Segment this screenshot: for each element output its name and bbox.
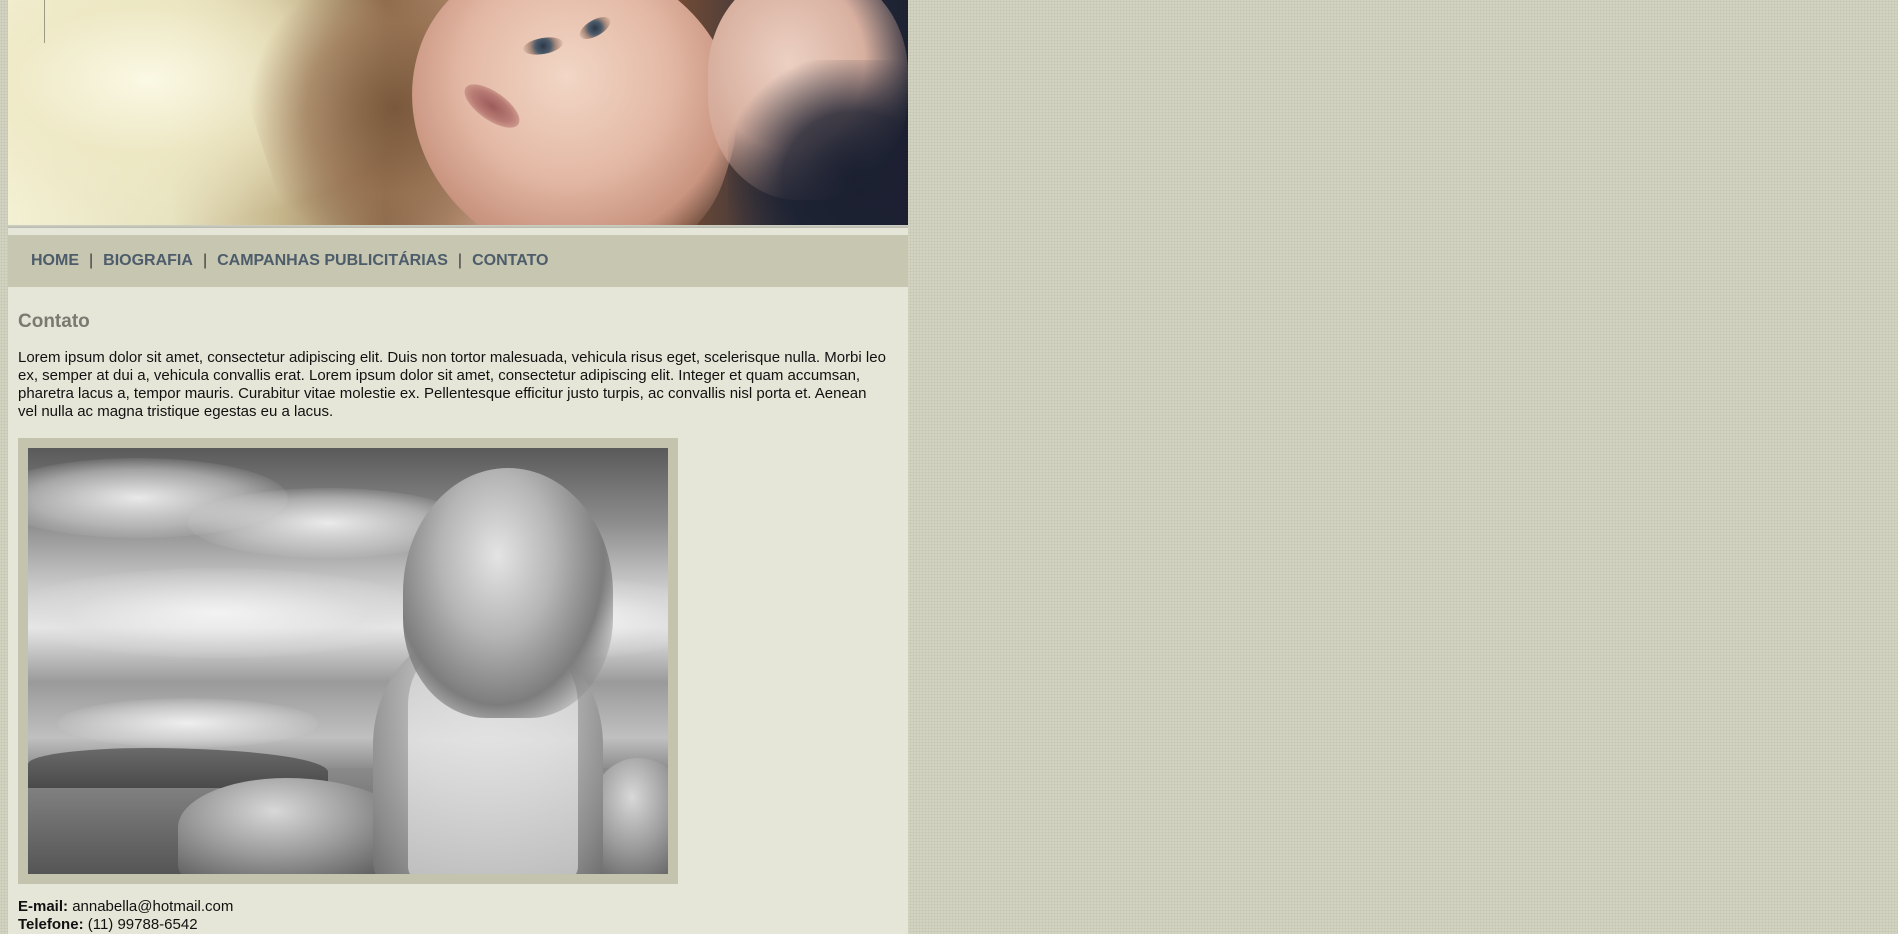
main-content: Contato Lorem ipsum dolor sit amet, cons… xyxy=(8,287,908,934)
nav-biografia-link[interactable]: BIOGRAFIA xyxy=(103,252,193,270)
photo-girl-hair xyxy=(403,468,613,718)
nav-separator: | xyxy=(89,252,94,269)
main-navigation: HOME | BIOGRAFIA | CAMPANHAS PUBLICITÁRI… xyxy=(8,235,908,287)
header-marker-line xyxy=(44,0,45,43)
email-label: E-mail: xyxy=(18,898,69,915)
phone-value: (11) 99788-6542 xyxy=(87,916,198,933)
header-divider xyxy=(8,225,908,228)
contact-photo xyxy=(28,448,668,874)
phone-line: Telefone: (11) 99788-6542 xyxy=(18,916,898,934)
nav-campanhas-link[interactable]: CAMPANHAS PUBLICITÁRIAS xyxy=(217,252,448,270)
page-wrapper: HOME | BIOGRAFIA | CAMPANHAS PUBLICITÁRI… xyxy=(8,0,908,934)
photo-frame xyxy=(18,438,678,884)
intro-paragraph: Lorem ipsum dolor sit amet, consectetur … xyxy=(18,349,886,420)
nav-home-link[interactable]: HOME xyxy=(31,252,79,270)
page-title: Contato xyxy=(18,311,90,332)
photo-cloud xyxy=(58,698,318,748)
photo-cloud xyxy=(28,568,428,658)
nav-separator: | xyxy=(202,252,208,269)
email-line: E-mail: annabella@hotmail.com xyxy=(18,898,898,916)
phone-label: Telefone: xyxy=(18,916,84,933)
contact-info: E-mail: annabella@hotmail.com Telefone: … xyxy=(18,898,898,934)
header-shadow xyxy=(728,60,908,228)
header-image xyxy=(8,0,908,228)
email-value: annabella@hotmail.com xyxy=(72,898,234,915)
nav-separator: | xyxy=(457,252,463,269)
nav-contato-link[interactable]: CONTATO xyxy=(472,252,548,270)
